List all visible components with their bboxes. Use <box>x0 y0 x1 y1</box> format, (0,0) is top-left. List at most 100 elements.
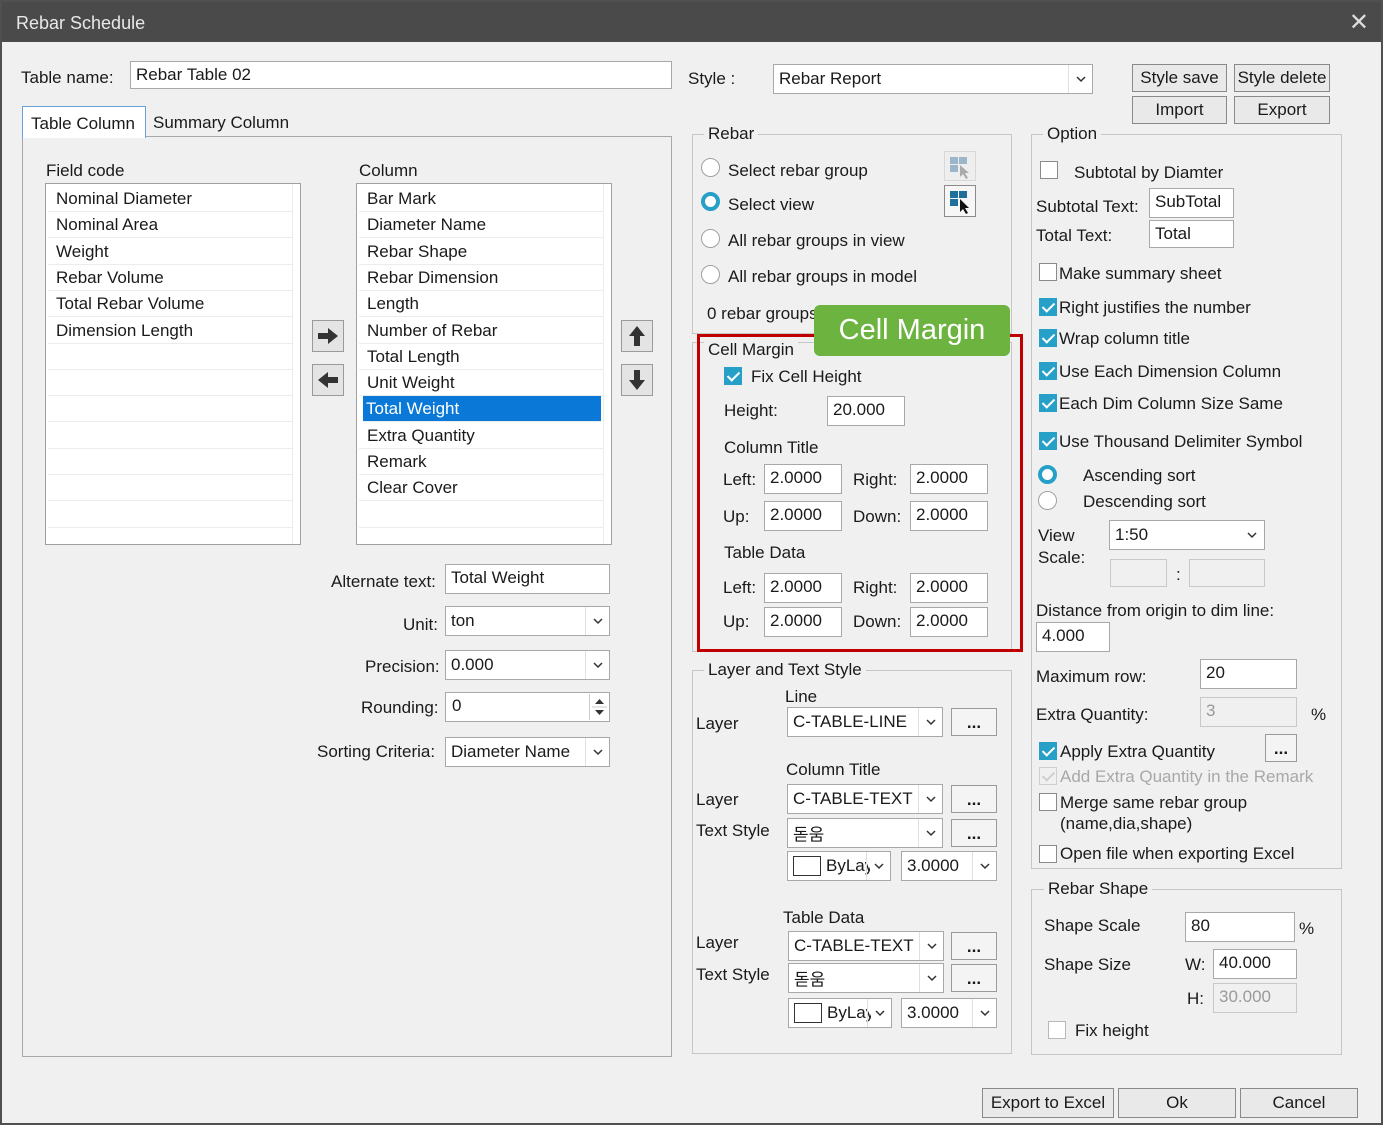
ct-down-input[interactable]: 2.0000 <box>910 501 988 531</box>
radio-select-rebar-group[interactable] <box>701 158 720 177</box>
scale-numerator-input[interactable] <box>1110 559 1167 587</box>
sorting-criteria-select[interactable]: Diameter Name <box>445 737 610 767</box>
td-right-input[interactable]: 2.0000 <box>910 573 988 603</box>
distance-input[interactable]: 4.000 <box>1036 622 1110 652</box>
field-code-list[interactable]: Nominal Diameter Nominal Area Weight Rebar … <box>45 183 301 545</box>
ct-layer-select[interactable]: C-TABLE-TEXT <box>787 784 943 814</box>
list-item[interactable]: Length <box>359 291 603 318</box>
total-text-input[interactable]: Total <box>1149 220 1234 248</box>
list-item[interactable]: Total Rebar Volume <box>48 291 292 318</box>
list-item[interactable]: Remark <box>359 449 603 475</box>
merge-same-checkbox[interactable] <box>1039 793 1057 811</box>
td-layer-select[interactable]: C-TABLE-TEXT <box>788 931 944 961</box>
ct-font-select[interactable]: 돋움 <box>787 818 943 848</box>
pick-view-button[interactable] <box>944 185 976 217</box>
list-item[interactable]: Unit Weight <box>359 370 603 397</box>
radio-ascending[interactable] <box>1038 465 1057 484</box>
list-item[interactable]: Nominal Diameter <box>48 186 292 212</box>
apply-extra-qty-checkbox[interactable] <box>1039 742 1057 760</box>
export-to-excel-button[interactable]: Export to Excel <box>982 1088 1114 1118</box>
fix-cell-height-checkbox[interactable] <box>724 367 742 385</box>
subtotal-by-diameter-checkbox[interactable] <box>1040 161 1058 179</box>
unit-select[interactable]: ton <box>445 606 610 636</box>
view-scale-select[interactable]: 1:50 <box>1109 520 1265 550</box>
wrap-title-checkbox[interactable] <box>1039 329 1057 347</box>
style-select[interactable]: Rebar Report <box>773 64 1093 94</box>
apply-extra-more-button[interactable]: ... <box>1265 734 1297 762</box>
max-row-input[interactable]: 20 <box>1200 659 1297 689</box>
ct-layer-more-button[interactable]: ... <box>951 785 997 813</box>
extra-qty-input[interactable]: 3 <box>1200 697 1297 727</box>
shape-scale-input[interactable]: 80 <box>1185 912 1295 942</box>
scrollbar[interactable] <box>603 184 611 544</box>
shape-h-input[interactable]: 30.000 <box>1213 983 1297 1013</box>
ct-up-input[interactable]: 2.0000 <box>764 501 842 531</box>
td-left-input[interactable]: 2.0000 <box>764 573 842 603</box>
table-name-input[interactable]: Rebar Table 02 <box>130 61 672 89</box>
radio-select-view[interactable] <box>701 192 720 211</box>
move-up-button[interactable] <box>621 320 653 352</box>
close-icon[interactable]: ✕ <box>1349 8 1369 37</box>
add-extra-remark-checkbox[interactable] <box>1039 767 1057 785</box>
ct-color-select[interactable]: ByLayer <box>787 851 891 881</box>
style-save-button[interactable]: Style save <box>1132 64 1227 92</box>
add-column-button[interactable] <box>312 320 344 352</box>
list-item[interactable]: Extra Quantity <box>359 423 603 449</box>
ct-left-input[interactable]: 2.0000 <box>764 464 842 494</box>
td-down-input[interactable]: 2.0000 <box>910 607 988 637</box>
list-item[interactable]: Dimension Length <box>48 318 292 344</box>
list-item[interactable]: Clear Cover <box>359 475 603 502</box>
td-font-select[interactable]: 돋움 <box>788 963 944 993</box>
td-color-select[interactable]: ByLayer <box>788 998 892 1028</box>
each-dim-same-checkbox[interactable] <box>1039 394 1057 412</box>
tab-table-column[interactable]: Table Column <box>22 106 146 138</box>
list-item[interactable]: Rebar Shape <box>359 239 603 265</box>
alternate-text-input[interactable]: Total Weight <box>445 564 610 594</box>
thousand-delimiter-checkbox[interactable] <box>1039 432 1057 450</box>
spinner-buttons[interactable] <box>589 694 608 720</box>
make-summary-checkbox[interactable] <box>1039 263 1057 281</box>
open-file-checkbox[interactable] <box>1039 845 1057 863</box>
column-list[interactable]: Bar Mark Diameter Name Rebar Shape Rebar Di… <box>356 183 612 545</box>
cancel-button[interactable]: Cancel <box>1240 1088 1358 1118</box>
scale-denominator-input[interactable] <box>1189 559 1265 587</box>
radio-all-in-model[interactable] <box>701 265 720 284</box>
precision-select[interactable]: 0.000 <box>445 650 610 680</box>
radio-all-in-view[interactable] <box>701 229 720 248</box>
list-item[interactable]: Weight <box>48 239 292 265</box>
export-button[interactable]: Export <box>1234 96 1330 124</box>
right-justify-checkbox[interactable] <box>1039 298 1057 316</box>
ok-button[interactable]: Ok <box>1118 1088 1236 1118</box>
line-layer-select[interactable]: C-TABLE-LINE <box>787 707 943 737</box>
height-input[interactable]: 20.000 <box>827 396 905 426</box>
td-size-select[interactable]: 3.0000 <box>901 998 997 1028</box>
list-item[interactable]: Total Weight <box>363 396 601 423</box>
list-item[interactable]: Nominal Area <box>48 212 292 239</box>
ct-right-input[interactable]: 2.0000 <box>910 464 988 494</box>
scrollbar[interactable] <box>292 184 300 544</box>
pick-rebar-group-button[interactable] <box>944 151 976 181</box>
list-item[interactable]: Rebar Volume <box>48 265 292 291</box>
td-up-input[interactable]: 2.0000 <box>764 607 842 637</box>
rounding-spinner[interactable]: 0 <box>445 692 610 722</box>
list-item[interactable]: Bar Mark <box>359 186 603 212</box>
td-layer-more-button[interactable]: ... <box>951 932 997 960</box>
style-delete-button[interactable]: Style delete <box>1234 64 1330 92</box>
radio-descending[interactable] <box>1038 491 1057 510</box>
td-font-more-button[interactable]: ... <box>951 964 997 992</box>
move-down-button[interactable] <box>621 364 653 396</box>
subtotal-text-input[interactable]: SubTotal <box>1149 188 1234 218</box>
list-item[interactable]: Rebar Dimension <box>359 265 603 291</box>
ct-font-more-button[interactable]: ... <box>951 819 997 847</box>
list-item[interactable]: Number of Rebar <box>359 318 603 344</box>
fix-height-checkbox[interactable] <box>1048 1021 1066 1039</box>
each-dim-column-checkbox[interactable] <box>1039 362 1057 380</box>
list-item[interactable]: Total Length <box>359 344 603 370</box>
remove-column-button[interactable] <box>312 364 344 396</box>
ct-size-select[interactable]: 3.0000 <box>901 851 997 881</box>
line-layer-more-button[interactable]: ... <box>951 708 997 736</box>
shape-w-input[interactable]: 40.000 <box>1213 949 1297 979</box>
tab-summary-column[interactable]: Summary Column <box>145 108 293 136</box>
list-item[interactable]: Diameter Name <box>359 212 603 239</box>
import-button[interactable]: Import <box>1132 96 1227 124</box>
